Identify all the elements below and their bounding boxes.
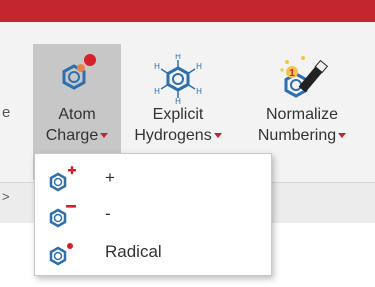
menu-item-label: + (105, 168, 115, 187)
svg-text:1: 1 (289, 68, 295, 79)
atom-charge-label-line2: Charge (33, 127, 121, 145)
breadcrumb-separator: > (2, 189, 10, 204)
negative-charge-icon (49, 205, 76, 228)
svg-text:H: H (196, 87, 202, 96)
svg-text:H: H (175, 54, 181, 61)
dropdown-caret-icon (213, 133, 222, 139)
radical-icon (49, 243, 73, 266)
normalize-numbering-icon: 1 (280, 56, 329, 98)
svg-text:H: H (154, 87, 160, 96)
normalize-numbering-label-line1: Normalize (265, 106, 338, 123)
normalize-numbering-label-line2: Numbering (244, 127, 360, 145)
svg-text:H: H (175, 97, 181, 104)
menu-item-negative-charge[interactable]: - (35, 196, 271, 232)
dropdown-caret-icon (100, 133, 109, 139)
atom-charge-label-line1: Atom (58, 106, 96, 123)
title-bar (0, 0, 375, 22)
atom-charge-dropdown-menu: + - Radical (34, 153, 272, 276)
positive-charge-icon (49, 166, 76, 192)
svg-text:H: H (196, 62, 202, 71)
menu-item-radical[interactable]: Radical (35, 234, 271, 270)
svg-text:H: H (154, 62, 160, 71)
explicit-hydrogens-label-line1: Explicit (152, 106, 204, 123)
explicit-hydrogens-icon: H H H H H H (154, 54, 202, 104)
ribbon-edge-label: e (2, 104, 11, 121)
menu-item-positive-charge[interactable]: + (35, 160, 271, 196)
atom-charge-icon (62, 54, 96, 90)
menu-item-label: - (105, 204, 111, 223)
menu-item-label: Radical (105, 242, 162, 261)
dropdown-caret-icon (338, 133, 347, 139)
explicit-hydrogens-label-line2: Hydrogens (122, 127, 234, 145)
